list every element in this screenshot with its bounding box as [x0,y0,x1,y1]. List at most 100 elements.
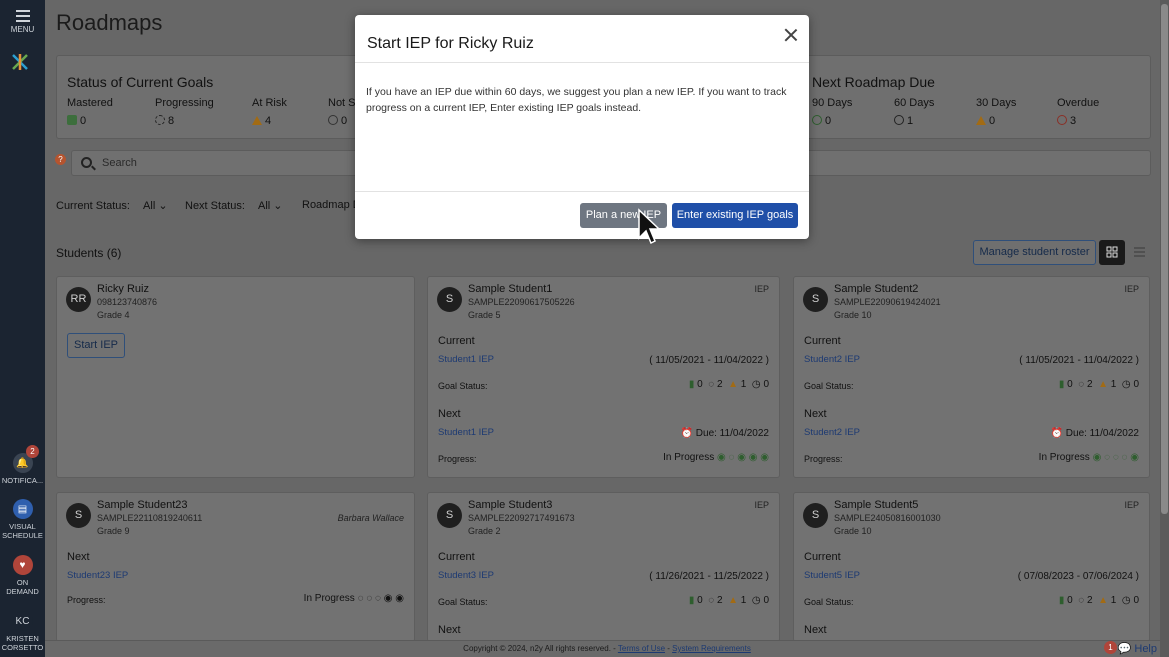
plan-type-tag: IEP [1124,500,1139,510]
stat-overdue[interactable]: Overdue 3 [1057,97,1099,127]
chevron-down-icon: ⌄ [273,200,283,212]
side-rail: MENU 🔔 2 NOTIFICA... ▤ VISUAL SCHEDULE ♥… [0,0,45,657]
goal-status-label: Goal Status: [804,381,854,391]
list-icon [1134,247,1145,257]
plan-type-tag: IEP [754,500,769,510]
current-iep-link[interactable]: Student1 IEP [438,354,494,365]
current-iep-link[interactable]: Student3 IEP [438,570,494,581]
user-profile-button[interactable]: KC KRISTEN CORSETTO [0,611,45,652]
student-grade: Grade 10 [834,310,872,320]
progress-steps: In Progress ◉ ◌ ◉ ◉ ◉ [663,452,769,463]
stat-at-risk[interactable]: At Risk 4 [252,97,287,127]
next-status-filter[interactable]: Next Status: All ⌄ [185,199,283,212]
student-card-ricky-ruiz[interactable]: RR Ricky Ruiz 098123740876 Grade 4 Start… [56,276,415,478]
stat-progressing[interactable]: Progressing 8 [155,97,214,127]
clock-icon: ◷ [1121,595,1131,606]
dialog-title: Start IEP for Ricky Ruiz [367,35,534,52]
menu-label: MENU [10,25,35,34]
help-icon[interactable]: ? [55,154,66,165]
student-card-sample-student23[interactable]: S Sample Student23 SAMPLE22110819240611 … [56,492,415,642]
student-id: 098123740876 [97,297,158,307]
on-demand-label: ON DEMAND [6,578,39,596]
user-name: KRISTEN CORSETTO [1,634,44,652]
page-title: Roadmaps [56,10,163,35]
help-badge: 1 [1104,641,1117,654]
stat-mastered[interactable]: Mastered 0 [67,97,113,127]
progress-step-icons: ◉ ◌ ◉ ◉ ◉ [717,452,769,463]
avatar: S [803,503,828,528]
clock-icon: ◷ [751,379,761,390]
close-icon[interactable] [783,27,799,43]
start-iep-dialog: Start IEP for Ricky Ruiz If you have an … [355,15,809,239]
stat-60-days[interactable]: 60 Days 1 [894,97,934,127]
plan-type-tag: IEP [754,284,769,294]
progress-step-icons: ◌ ◌ ◌ ◉ ◉ [357,593,404,604]
student-id: SAMPLE22110819240611 [97,513,203,523]
grid-view-button[interactable] [1099,240,1125,265]
current-date-range: ( 07/08/2023 - 07/06/2024 ) [1017,571,1139,582]
next-label: Next [804,624,827,636]
user-initials: KC [12,611,33,631]
current-label: Current [804,335,841,347]
case-manager-tag: Barbara Wallace [337,513,404,523]
student-grade: Grade 9 [97,526,130,536]
divider [355,191,809,192]
scrollbar[interactable] [1160,0,1169,657]
goal-status-label: Goal Status: [438,597,488,607]
status-panel-title: Status of Current Goals [67,74,214,90]
progress-circle-icon: ◌ [1078,379,1085,390]
student-card-sample-student1[interactable]: S Sample Student1 SAMPLE22090617505226 G… [427,276,780,478]
progress-label: Progress: [804,454,843,464]
progress-circle-icon: ◌ [708,379,715,390]
warning-icon: ▲ [1098,379,1109,390]
plan-type-tag: IEP [1124,284,1139,294]
avatar: S [66,503,91,528]
stat-30-days[interactable]: 30 Days 0 [976,97,1016,127]
status-of-goals-panel: Status of Current Goals Mastered 0 Progr… [56,55,371,139]
current-iep-link[interactable]: Student5 IEP [804,570,860,581]
due-panel-title: Next Roadmap Due [812,74,935,90]
student-card-sample-student3[interactable]: S Sample Student3 SAMPLE22092717491673 G… [427,492,780,642]
stat-90-days[interactable]: 90 Days 0 [812,97,852,127]
roadmap-filter[interactable]: Roadmap D [302,199,361,211]
student-name: Sample Student3 [468,499,553,511]
notifications-badge: 2 [26,445,39,458]
avatar: S [437,287,462,312]
next-iep-link[interactable]: Student23 IEP [67,570,128,581]
next-roadmap-due-panel: Next Roadmap Due 90 Days 0 60 Days 1 30 … [801,55,1151,139]
heart-icon: ♥ [12,555,33,575]
progress-steps: In Progress ◌ ◌ ◌ ◉ ◉ [303,593,404,604]
student-name: Sample Student1 [468,283,553,295]
manage-roster-button[interactable]: Manage student roster [973,240,1096,265]
next-iep-link[interactable]: Student1 IEP [438,427,494,438]
footer: Copyright © 2024, n2y All rights reserve… [45,640,1169,657]
help-button[interactable]: 💬 Help [1118,642,1157,655]
current-iep-link[interactable]: Student2 IEP [804,354,860,365]
system-requirements-link[interactable]: System Requirements [672,644,751,653]
check-circle-icon [812,115,822,125]
terms-link[interactable]: Terms of Use [618,644,665,653]
app-logo-icon[interactable] [10,52,30,72]
on-demand-button[interactable]: ♥ ON DEMAND [0,555,45,596]
visual-schedule-button[interactable]: ▤ VISUAL SCHEDULE [0,499,45,540]
clock-icon: ◷ [751,595,761,606]
next-iep-link[interactable]: Student2 IEP [804,427,860,438]
next-label: Next [804,408,827,420]
student-card-sample-student5[interactable]: S Sample Student5 SAMPLE24050816001030 G… [793,492,1150,642]
scrollbar-thumb[interactable] [1161,4,1168,514]
student-card-sample-student2[interactable]: S Sample Student2 SAMPLE22090619424021 G… [793,276,1150,478]
goal-status-counts: ▮ 0 ◌ 2 ▲ 1 ◷ 0 [688,379,769,390]
enter-existing-goals-button[interactable]: Enter existing IEP goals [672,203,798,228]
menu-button[interactable]: MENU [0,8,45,34]
stat-not-started[interactable]: Not S 0 [328,97,356,127]
list-view-button[interactable] [1126,240,1152,265]
student-grade: Grade 5 [468,310,501,320]
warning-icon: ▲ [728,379,739,390]
start-iep-button[interactable]: Start IEP [67,333,125,358]
thumbs-up-icon: ▮ [688,595,695,606]
progress-step-icons: ◉ ◌ ◌ ◌ ◉ [1092,452,1139,463]
hamburger-icon [15,10,30,22]
notifications-button[interactable]: 🔔 2 NOTIFICA... [0,445,45,485]
student-grade: Grade 10 [834,526,872,536]
current-status-filter[interactable]: Current Status: All ⌄ [56,199,168,212]
